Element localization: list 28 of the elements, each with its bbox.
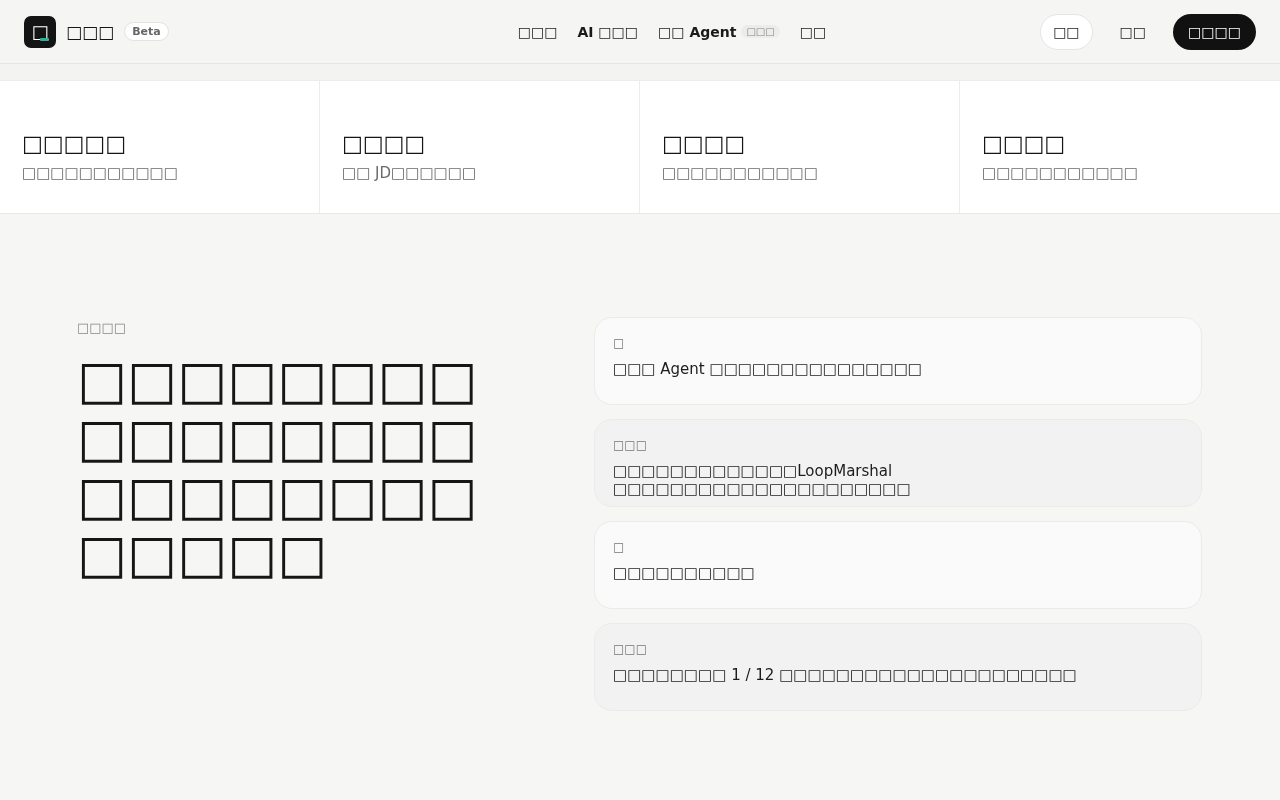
brand-name: □□□ [66,21,115,42]
speaker-label: □□□ [613,642,648,656]
section-label: □□□□ [77,320,128,335]
nav-link[interactable]: □□□ [517,23,558,40]
primary-button[interactable]: □□□□ [1173,13,1256,50]
feature-title: □□□□ [662,131,747,156]
feature-title: □□□□ [342,131,427,156]
feature-subtitle: □□□□□□□□□□□ [662,164,819,182]
text-button[interactable]: □□ [1106,13,1160,50]
feature-subtitle: □□□□□□□□□□□ [982,164,1139,182]
speaker-label: □ [613,540,626,554]
feature-title: □□□□ [982,131,1067,156]
nav-link[interactable]: AI □□□ [577,23,639,40]
speaker-label: □□□ [613,438,648,452]
speaker-label: □ [613,336,626,350]
nav-badge: □□□ [741,25,780,38]
message-text: □□□ Agent □□□□□□□□□□□□□□□ [613,360,924,378]
feature-subtitle: □□ JD□□□□□□ [342,164,478,182]
beta-badge: Beta [124,22,169,41]
feature-subtitle: □□□□□□□□□□□ [22,164,179,182]
feature-title: □□□□□ [22,131,127,156]
message-text: □□□□□□□□□□ [613,564,756,582]
nav-link[interactable]: □□ Agent [658,23,737,40]
nav-link[interactable]: □□ [799,23,827,40]
outline-button[interactable]: □□ [1040,13,1093,50]
message-text: □□□□□□□□□□□□□LoopMarshal □□□□□□□□□□□□□□□□□□□□□ [613,462,912,498]
message-text: □□□□□□□□ 1 / 12 □□□□□□□□□□□□□□□□□□□□□ [613,666,1078,684]
headline: □□□□□□□□□□□□□□□□□□□□□□□□□□□□□ [77,351,479,583]
